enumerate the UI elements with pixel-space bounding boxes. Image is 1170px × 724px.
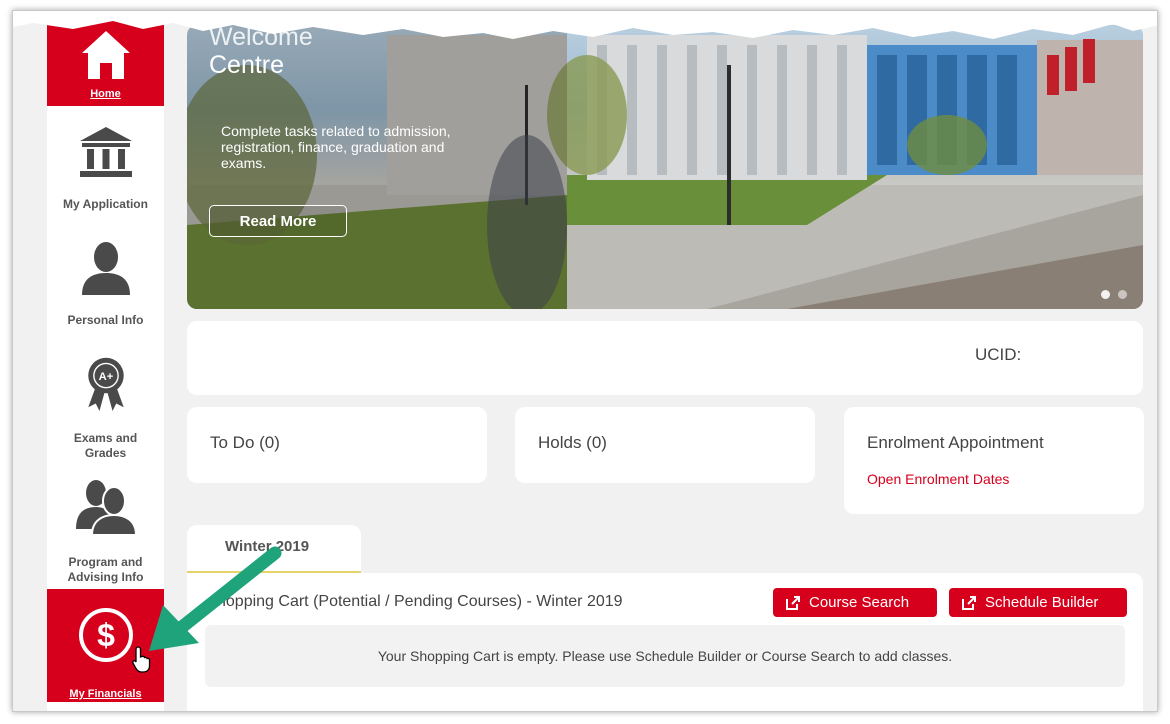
holds-card[interactable]: Holds (0) (515, 407, 815, 483)
sidebar-item-label: Program and Advising Info (67, 555, 144, 584)
course-search-label: Course Search (809, 594, 910, 611)
sidebar-item-program-advising[interactable]: Program and Advising Info (47, 477, 164, 587)
todo-title: To Do (0) (210, 433, 280, 452)
sidebar-nav: Home My Application Personal Info A+ Exa… (47, 11, 164, 711)
enrolment-card: Enrolment Appointment Open Enrolment Dat… (844, 407, 1144, 514)
sidebar-item-home[interactable]: Home (47, 11, 164, 106)
home-icon (81, 31, 130, 79)
enrolment-title: Enrolment Appointment (867, 433, 1044, 452)
holds-title: Holds (0) (538, 433, 607, 452)
sidebar-item-my-application[interactable]: My Application (47, 123, 164, 219)
course-search-button[interactable]: Course Search (773, 588, 937, 617)
sidebar-item-label: Exams and Grades (73, 431, 138, 460)
sidebar-item-personal-info[interactable]: Personal Info (47, 239, 164, 331)
sidebar-item-label: My Application (63, 197, 148, 211)
sidebar-item-label: Personal Info (67, 313, 144, 327)
tab-winter-2019[interactable]: Winter 2019 (187, 525, 361, 573)
external-link-icon (786, 595, 800, 610)
hero-description: Complete tasks related to admission, reg… (221, 123, 451, 171)
tab-label: Winter 2019 (225, 538, 310, 555)
app-frame: Home My Application Personal Info A+ Exa… (12, 10, 1158, 712)
people-icon (75, 480, 137, 535)
sidebar-item-label: Home (90, 88, 121, 100)
dollar-icon: $ (78, 608, 133, 662)
pillars-icon (79, 127, 132, 177)
schedule-builder-button[interactable]: Schedule Builder (949, 588, 1127, 617)
read-more-button[interactable]: Read More (209, 205, 347, 237)
open-enrolment-dates-link[interactable]: Open Enrolment Dates (867, 471, 1009, 487)
hero-title: Welcome Centre (209, 25, 313, 79)
shopping-cart-panel: hopping Cart (Potential / Pending Course… (187, 573, 1143, 711)
award-ribbon-icon: A+ (87, 357, 124, 411)
schedule-builder-label: Schedule Builder (985, 594, 1099, 611)
sidebar-item-exams-grades[interactable]: A+ Exams and Grades (47, 351, 164, 461)
todo-card[interactable]: To Do (0) (187, 407, 487, 483)
empty-cart-message: Your Shopping Cart is empty. Please use … (205, 625, 1125, 687)
external-link-icon (962, 595, 976, 610)
svg-text:$: $ (97, 617, 115, 653)
award-badge-text: A+ (98, 371, 113, 383)
profile-card: UCID: (187, 321, 1143, 395)
hand-cursor-icon (132, 646, 151, 673)
carousel-dot[interactable] (1101, 290, 1110, 299)
ucid-label: UCID: (975, 345, 1022, 364)
hero-carousel: Welcome Centre Complete tasks related to… (187, 25, 1143, 309)
sidebar-item-label: My Financials (69, 688, 142, 700)
person-icon (81, 242, 130, 295)
carousel-dot[interactable] (1118, 290, 1127, 299)
carousel-dots (1101, 290, 1127, 299)
shopping-cart-title: hopping Cart (Potential / Pending Course… (217, 593, 623, 610)
